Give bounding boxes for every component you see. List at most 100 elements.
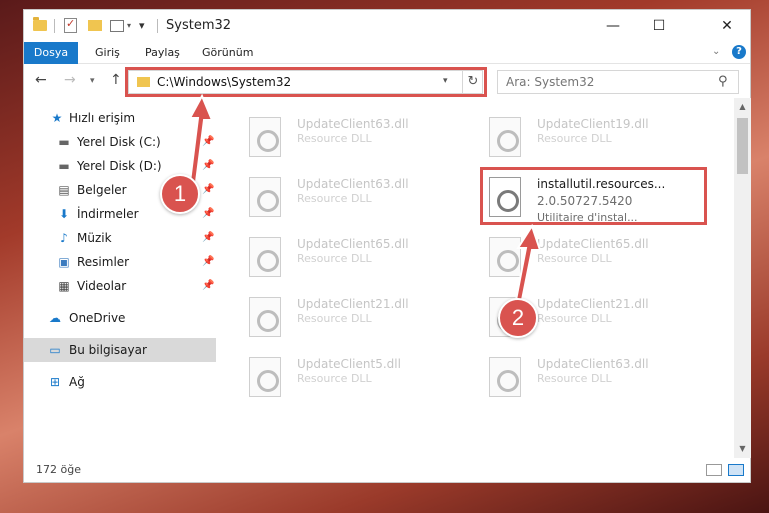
navigation-bar: ← → ▾ ↑ C:\Windows\System32 ▾ ↻ ⚲ [24,67,750,97]
computer-icon: ▭ [49,343,61,357]
file-tile[interactable]: UpdateClient65.dll Resource DLL [241,231,461,285]
sidebar-item-this-pc[interactable]: ▭ Bu bilgisayar [24,338,216,362]
properties-check-icon[interactable] [64,17,77,33]
file-description: Resource DLL [537,252,612,265]
expand-ribbon-icon[interactable]: ⌄ [712,46,720,57]
search-icon[interactable]: ⚲ [718,74,728,89]
file-name: installutil.resources... [537,177,666,191]
dll-file-icon [489,357,521,397]
vertical-scrollbar[interactable]: ▲ ▼ [734,98,751,458]
music-icon: ♪ [60,231,68,245]
pin-icon[interactable]: 📌 [202,274,214,298]
file-version: 2.0.50727.5420 [537,194,633,208]
search-box[interactable]: ⚲ [497,70,739,94]
maximize-button[interactable]: ☐ [636,10,682,42]
dll-file-icon [249,357,281,397]
file-description: Resource DLL [537,312,612,325]
chevron-down-icon[interactable]: ▾ [127,21,131,30]
sidebar-item-drive-c[interactable]: ▬ Yerel Disk (C:) 📌 [24,130,216,154]
image-icon: ▣ [58,255,70,269]
file-tile[interactable]: UpdateClient63.dll Resource DLL [481,351,701,405]
item-count: 172 öğe [36,463,81,476]
window-title: System32 [166,18,232,33]
download-icon: ⬇ [58,207,70,221]
recent-locations-icon[interactable]: ▾ [90,76,95,86]
sidebar-item-videos[interactable]: ▦ Videolar 📌 [24,274,216,298]
address-bar[interactable]: C:\Windows\System32 ▾ ↻ [128,70,483,94]
address-path[interactable]: C:\Windows\System32 [157,75,291,89]
pin-icon[interactable]: 📌 [202,226,214,250]
title-bar: ▾ ▾ System32 — ☐ ✕ [24,10,750,42]
tiles-view-icon[interactable] [728,464,744,476]
dll-file-icon [249,237,281,277]
scrollbar-thumb[interactable] [737,118,748,174]
pin-icon[interactable]: 📌 [202,250,214,274]
tab-file[interactable]: Dosya [24,42,78,64]
file-tile[interactable]: UpdateClient5.dll Resource DLL [241,351,461,405]
sidebar-item-network[interactable]: ⊞ Ağ [24,370,216,394]
file-name: UpdateClient65.dll [537,237,649,251]
cloud-icon: ☁ [49,311,61,325]
back-arrow-icon[interactable]: ← [35,72,47,88]
dll-file-icon [249,297,281,337]
explorer-window: ▾ ▾ System32 — ☐ ✕ Dosya Giriş Paylaş Gö… [23,9,751,483]
dll-file-icon [489,237,521,277]
new-folder-icon[interactable] [88,20,102,31]
tab-home[interactable]: Giriş [83,42,132,64]
file-list: UpdateClient63.dll Resource DLL UpdateCl… [229,103,734,456]
close-button[interactable]: ✕ [704,10,750,42]
toolbar-divider [54,19,55,33]
help-icon[interactable]: ? [732,45,746,59]
file-tile-selected[interactable]: installutil.resources... 2.0.50727.5420 … [481,171,701,225]
pin-icon[interactable]: 📌 [202,202,214,226]
sidebar-item-quick-access[interactable]: ★ Hızlı erişim [24,106,216,130]
file-name: UpdateClient63.dll [537,357,649,371]
forward-arrow-icon[interactable]: → [64,72,76,88]
sidebar-item-onedrive[interactable]: ☁ OneDrive [24,306,216,330]
step-1-marker: 1 [160,174,200,214]
file-name: UpdateClient19.dll [537,117,649,131]
toolbar-divider [157,19,158,33]
file-description: Utilitaire d'instal... [537,211,638,224]
tab-view[interactable]: Görünüm [190,42,265,64]
view-options-icon[interactable] [110,20,124,32]
up-arrow-icon[interactable]: ↑ [110,72,122,88]
file-tile[interactable]: UpdateClient21.dll Resource DLL [241,291,461,345]
file-description: Resource DLL [297,312,372,325]
pin-icon[interactable]: 📌 [202,130,214,154]
file-name: UpdateClient63.dll [297,117,409,131]
file-name: UpdateClient21.dll [537,297,649,311]
refresh-icon[interactable]: ↻ [462,71,483,93]
pin-icon[interactable]: 📌 [202,154,214,178]
sidebar-item-music[interactable]: ♪ Müzik 📌 [24,226,216,250]
file-description: Resource DLL [297,252,372,265]
dll-file-icon [249,177,281,217]
customize-toolbar-icon[interactable]: ▾ [139,19,145,32]
tab-share[interactable]: Paylaş [133,42,192,64]
scroll-up-icon[interactable]: ▲ [734,98,751,115]
navigation-pane: ★ Hızlı erişim ▬ Yerel Disk (C:) 📌 ▬ Yer… [24,106,216,454]
sidebar-item-pictures[interactable]: ▣ Resimler 📌 [24,250,216,274]
search-input[interactable] [498,71,708,93]
video-icon: ▦ [58,279,70,293]
file-name: UpdateClient5.dll [297,357,401,371]
pin-icon[interactable]: 📌 [202,178,214,202]
chevron-down-icon[interactable]: ▾ [443,76,448,86]
drive-icon: ▬ [58,135,70,149]
file-tile[interactable]: UpdateClient63.dll Resource DLL [241,171,461,225]
folder-icon[interactable] [33,17,47,31]
file-tile[interactable]: UpdateClient65.dll Resource DLL [481,231,701,285]
minimize-button[interactable]: — [590,10,636,42]
scroll-down-icon[interactable]: ▼ [734,440,751,457]
step-2-marker: 2 [498,298,538,338]
details-view-icon[interactable] [706,464,722,476]
file-tile[interactable]: UpdateClient19.dll Resource DLL [481,111,701,165]
document-icon: ▤ [58,183,70,197]
star-icon: ★ [51,111,63,125]
file-description: Resource DLL [537,372,612,385]
dll-file-icon [249,117,281,157]
dll-file-icon [489,117,521,157]
file-name: UpdateClient21.dll [297,297,409,311]
file-tile[interactable]: UpdateClient63.dll Resource DLL [241,111,461,165]
network-icon: ⊞ [49,375,61,389]
